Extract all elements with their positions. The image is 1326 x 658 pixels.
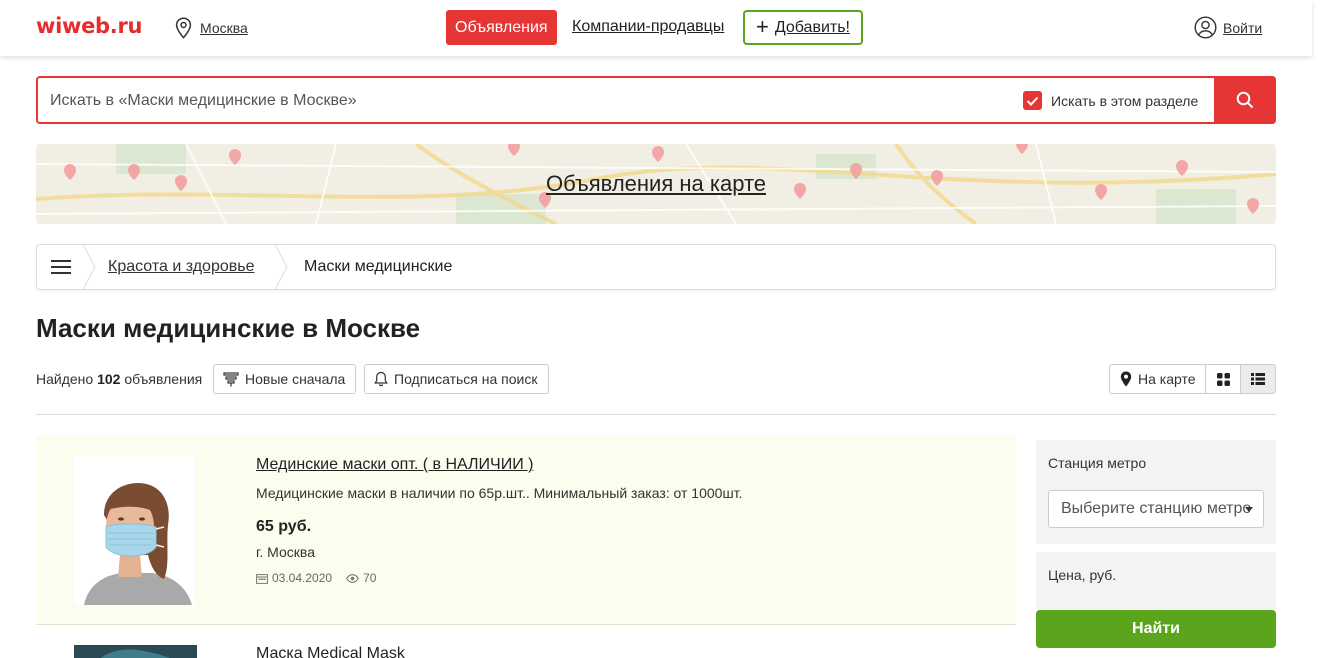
listing-title[interactable]: Маска Medical Mask [256,645,405,658]
listing-card[interactable]: Мединские маски опт. ( в НАЛИЧИИ ) Медиц… [36,435,1016,625]
sort-button[interactable]: Новые сначала [213,364,357,394]
metro-select-value: Выберите станцию метро [1061,500,1252,517]
find-button[interactable]: Найти [1036,610,1276,648]
listing-description: Медицинские маски в наличии по 65р.шт.. … [256,485,743,501]
site-logo[interactable]: wiweb.ru [36,14,142,38]
list-icon [1251,373,1265,385]
results-count-prefix: Найдено [36,371,94,387]
listing-photo[interactable] [74,645,197,658]
listing-price: 65 руб. [256,518,312,535]
bell-icon [374,371,388,387]
grid-icon [1216,372,1230,386]
breadcrumb-separator-icon [83,244,96,290]
breadcrumb-separator-icon [275,244,288,290]
search-scope-label: Искать в этом разделе [1051,92,1199,109]
search-input[interactable] [50,90,1010,112]
search-button[interactable] [1214,76,1276,124]
listing-photo[interactable] [74,455,195,605]
grid-view-button[interactable] [1205,364,1241,394]
top-header: wiweb.ru Москва Объявления Компании-прод… [0,0,1312,56]
listing-views: 70 [363,571,377,585]
listing-date: 03.04.2020 [272,571,333,585]
calendar-icon [256,573,268,584]
add-listing-button[interactable]: + Добавить! [743,10,863,45]
eye-icon [346,573,360,583]
metro-filter: Станция метро Выберите станцию метро [1036,440,1276,544]
location-pin-icon [175,17,192,39]
plus-icon: + [755,13,769,39]
add-listing-label: Добавить! [774,18,850,36]
checkmark-icon [1026,96,1039,106]
menu-icon[interactable] [51,260,73,274]
breadcrumb-current: Маски медицинские [304,258,453,275]
metro-filter-label: Станция метро [1048,455,1147,471]
listing-card[interactable]: Маска Medical Mask [36,626,1016,658]
map-banner-title[interactable]: Объявления на карте [36,171,1276,197]
listing-photo-image [74,645,197,658]
subscribe-button[interactable]: Подписаться на поиск [364,364,549,394]
price-filter-label: Цена, руб. [1048,567,1117,583]
location-pin-icon [1120,371,1132,387]
listing-photo-image [74,455,195,605]
breadcrumb-category-link[interactable]: Красота и здоровье [108,258,254,276]
listing-city: г. Москва [256,544,315,560]
metro-select[interactable]: Выберите станцию метро [1048,490,1264,528]
price-filter: Цена, руб. [1036,552,1276,610]
city-selector[interactable]: Москва [175,17,248,39]
login-label: Войти [1223,19,1263,36]
listing-title[interactable]: Мединские маски опт. ( в НАЛИЧИИ ) [256,456,533,474]
results-count-suffix: объявления [124,371,203,387]
results-count-number: 102 [97,371,121,387]
search-bar: Искать в этом разделе [36,76,1276,124]
city-name: Москва [200,20,248,36]
map-view-label: На карте [1138,371,1196,387]
user-icon [1194,16,1217,39]
search-icon [1236,91,1254,109]
page-title: Маски медицинские в Москве [36,313,421,343]
map-view-button[interactable]: На карте [1109,364,1207,394]
search-scope-checkbox[interactable] [1023,91,1042,110]
nav-ads-button[interactable]: Объявления [446,10,557,45]
results-count: Найдено 102 объявления [36,371,202,387]
divider [36,414,1276,415]
sort-label: Новые сначала [245,371,346,387]
chevron-down-icon [1245,507,1253,512]
list-view-button[interactable] [1240,364,1276,394]
login-link[interactable]: Войти [1194,16,1262,39]
map-banner[interactable]: Объявления на карте [36,144,1276,224]
breadcrumb: Красота и здоровье Маски медицинские [36,244,1276,290]
sort-icon [223,371,239,386]
subscribe-label: Подписаться на поиск [394,371,538,387]
search-scope-toggle[interactable]: Искать в этом разделе [1023,91,1198,110]
nav-companies-link[interactable]: Компании-продавцы [572,18,724,36]
listing-meta: 03.04.2020 70 [256,571,376,585]
